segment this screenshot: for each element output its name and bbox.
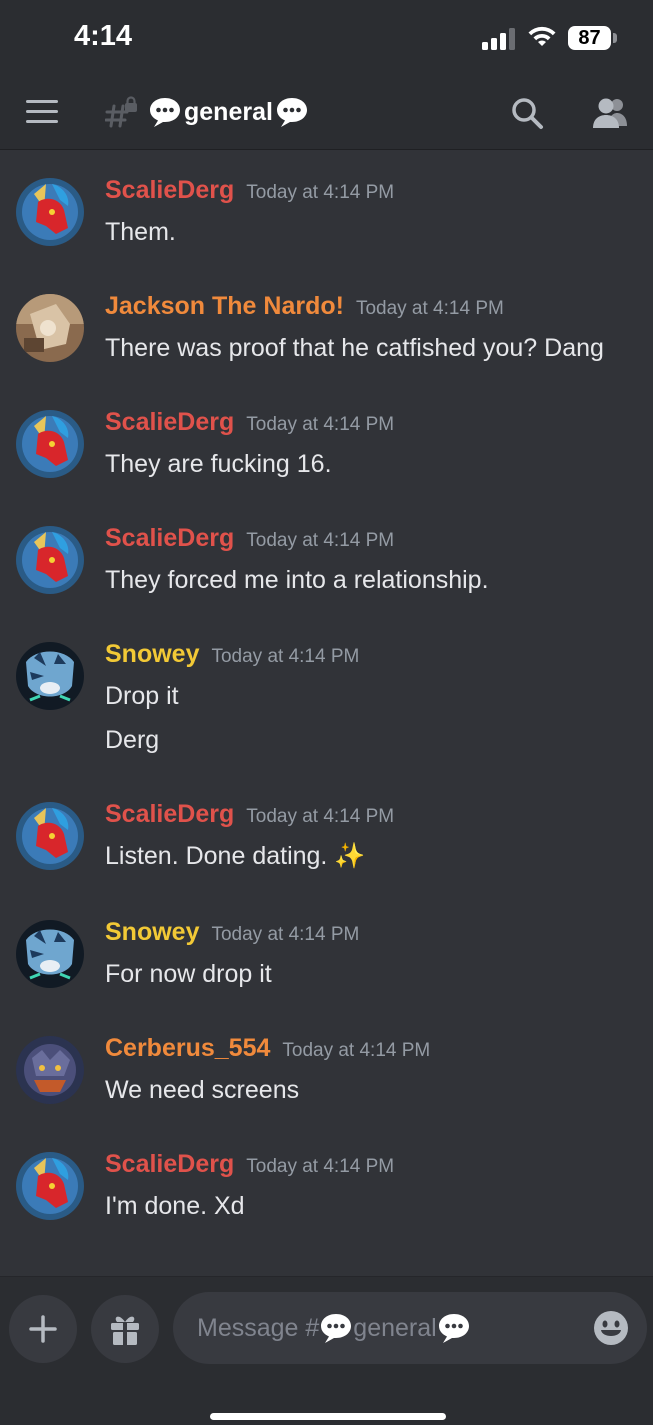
gift-icon (111, 1316, 139, 1345)
message-author[interactable]: ScalieDerg (105, 524, 234, 552)
status-time: 4:14 (74, 20, 133, 52)
message-timestamp: Today at 4:14 PM (246, 1156, 395, 1177)
speech-bubble-icon (275, 96, 309, 128)
add-attachment-button[interactable] (9, 1295, 77, 1363)
plus-icon (29, 1315, 57, 1343)
message-timestamp: Today at 4:14 PM (246, 806, 395, 827)
avatar[interactable] (16, 178, 84, 246)
placeholder-prefix: Message # (197, 1313, 320, 1342)
avatar[interactable] (16, 1152, 84, 1220)
wifi-icon (527, 24, 557, 53)
message-timestamp: Today at 4:14 PM (246, 414, 395, 435)
avatar[interactable] (16, 294, 84, 362)
message-text: Them. (105, 218, 176, 246)
message-timestamp: Today at 4:14 PM (282, 1040, 431, 1061)
message-text: Derg (105, 726, 160, 754)
message-list: ScalieDerg Today at 4:14 PM Them. Jackson… (0, 151, 653, 1275)
gift-button[interactable] (91, 1295, 159, 1363)
home-indicator[interactable] (210, 1413, 446, 1420)
avatar[interactable] (16, 1036, 84, 1104)
message-timestamp: Today at 4:14 PM (211, 646, 360, 667)
message-input-placeholder: Message # general (197, 1292, 471, 1364)
message-text: They are fucking 16. (105, 450, 332, 478)
message-text: I'm done. Xd (105, 1192, 245, 1220)
message-text: Drop it (105, 682, 179, 710)
channel-title[interactable]: general (148, 92, 309, 132)
message-text: We need screens (105, 1076, 300, 1104)
message-author[interactable]: ScalieDerg (105, 1150, 234, 1178)
message-author[interactable]: Snowey (105, 640, 199, 668)
message-text: For now drop it (105, 960, 272, 988)
hamburger-icon[interactable] (26, 100, 60, 126)
message-author[interactable]: ScalieDerg (105, 408, 234, 436)
search-icon[interactable] (510, 96, 544, 135)
message-author[interactable]: ScalieDerg (105, 800, 234, 828)
message-text: There was proof that he catfished you? D… (105, 334, 604, 362)
avatar[interactable] (16, 802, 84, 870)
message-composer: Message # general (0, 1276, 653, 1425)
speech-bubble-icon (438, 1314, 469, 1343)
message-author[interactable]: ScalieDerg (105, 176, 234, 204)
emoji-icon[interactable] (593, 1310, 629, 1351)
message-author[interactable]: Cerberus_554 (105, 1034, 270, 1062)
message-text: Listen. Done dating. ✨ (105, 842, 366, 870)
placeholder-channel: general (353, 1313, 437, 1342)
message-timestamp: Today at 4:14 PM (246, 182, 395, 203)
locked-hash-icon (104, 96, 139, 135)
channel-name: general (184, 97, 273, 126)
avatar[interactable] (16, 920, 84, 988)
status-bar: 4:14 87 (0, 0, 653, 76)
message-timestamp: Today at 4:14 PM (355, 298, 504, 319)
avatar[interactable] (16, 410, 84, 478)
message-text: They forced me into a relationship. (105, 566, 489, 594)
members-icon[interactable] (590, 96, 630, 135)
message-author[interactable]: Jackson The Nardo! (105, 292, 344, 320)
message-author[interactable]: Snowey (105, 918, 199, 946)
cellular-signal-icon (482, 28, 516, 55)
battery-icon (613, 33, 617, 43)
speech-bubble-icon (321, 1314, 352, 1343)
speech-bubble-icon (148, 96, 182, 128)
avatar[interactable] (16, 526, 84, 594)
message-input[interactable]: Message # general (173, 1292, 647, 1364)
message-timestamp: Today at 4:14 PM (246, 530, 395, 551)
avatar[interactable] (16, 642, 84, 710)
message-timestamp: Today at 4:14 PM (211, 924, 360, 945)
battery-level: 87 (568, 26, 611, 50)
channel-header: general (0, 76, 653, 150)
